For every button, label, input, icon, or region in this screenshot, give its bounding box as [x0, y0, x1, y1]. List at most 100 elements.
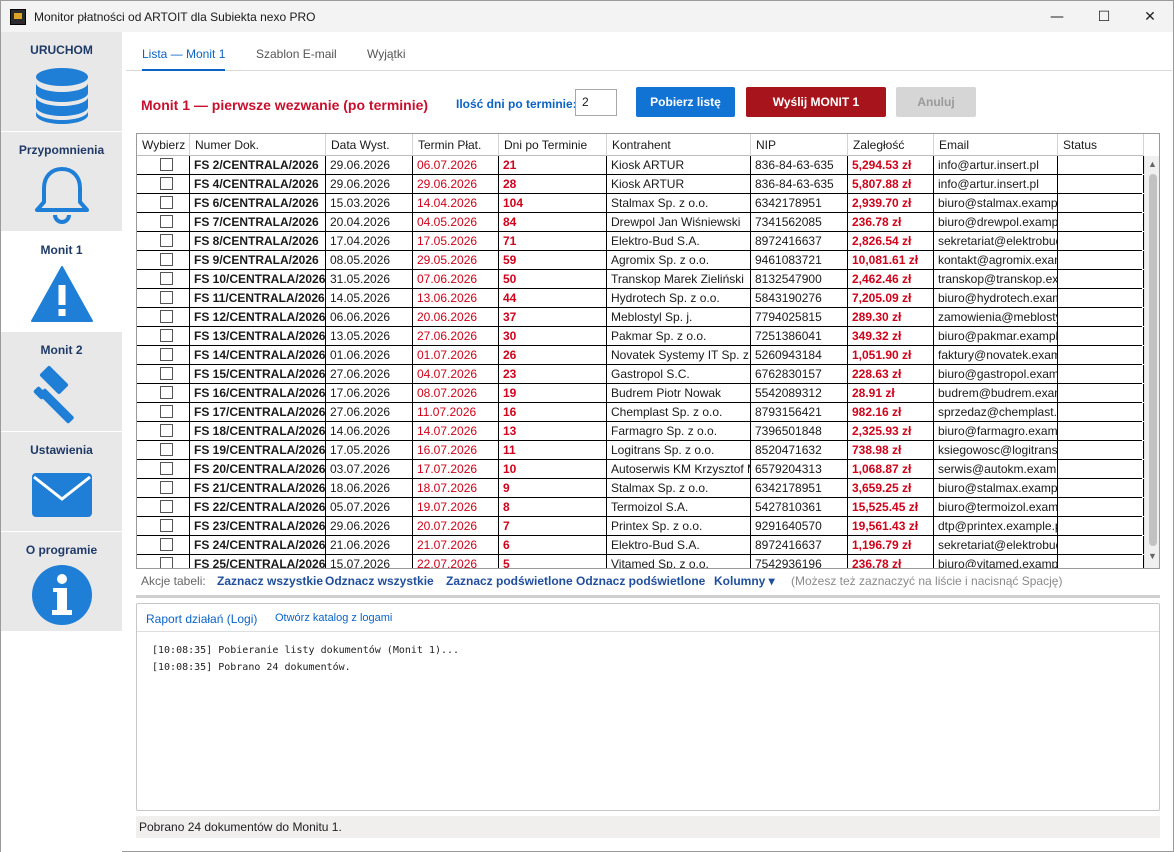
table-row[interactable]: FS 17/CENTRALA/2026 27.06.2026 11.07.2026 1…	[137, 403, 1144, 422]
table-header: Wybierz Numer Dok. Data Wyst. Termin Płat. D…	[137, 134, 1144, 156]
table-row[interactable]: FS 9/CENTRALA/2026 08.05.2026 29.05.2026 59…	[137, 251, 1144, 270]
days-overdue-cell: 21	[499, 156, 607, 174]
table-row[interactable]: FS 16/CENTRALA/2026 17.06.2026 08.07.2026 1…	[137, 384, 1144, 403]
row-checkbox[interactable]	[160, 443, 173, 456]
minimize-button[interactable]: —	[1034, 1, 1080, 32]
table-row[interactable]: FS 2/CENTRALA/2026 29.06.2026 06.07.2026 21…	[137, 156, 1144, 175]
columns-dropdown[interactable]: Kolumny ▾	[714, 574, 775, 588]
email-cell: biuro@vitamed.example.pl	[934, 555, 1058, 568]
nip-cell: 9461083721	[751, 251, 848, 269]
email-cell: biuro@gastropol.example.pl	[934, 365, 1058, 383]
tab-logs-report[interactable]: Raport działań (Logi)	[146, 612, 257, 626]
sidebar-item-monit-1[interactable]: Monit 1	[1, 232, 122, 332]
table-row[interactable]: FS 22/CENTRALA/2026 05.07.2026 19.07.2026 8…	[137, 498, 1144, 517]
column-header[interactable]: Status	[1058, 134, 1144, 156]
row-checkbox[interactable]	[160, 177, 173, 190]
row-checkbox[interactable]	[160, 158, 173, 171]
row-checkbox[interactable]	[160, 291, 173, 304]
issue-date-cell: 13.05.2026	[326, 327, 413, 345]
table-row[interactable]: FS 7/CENTRALA/2026 20.04.2026 04.05.2026 84…	[137, 213, 1144, 232]
open-logs-folder-link[interactable]: Otwórz katalog z logami	[275, 612, 392, 624]
issue-date-cell: 27.06.2026	[326, 365, 413, 383]
row-checkbox[interactable]	[160, 234, 173, 247]
table-row[interactable]: FS 25/CENTRALA/2026 15.07.2026 22.07.2026 5…	[137, 555, 1144, 568]
table-row[interactable]: FS 11/CENTRALA/2026 14.05.2026 13.06.2026 4…	[137, 289, 1144, 308]
amount-due-cell: 2,939.70 zł	[848, 194, 934, 212]
sidebar-item-o-programie[interactable]: O programie	[1, 532, 122, 632]
log-output: [10:08:35] Pobieranie listy dokumentów (…	[152, 642, 459, 676]
sidebar-item-przypomnienia[interactable]: Przypomnienia	[1, 132, 122, 232]
row-checkbox[interactable]	[160, 538, 173, 551]
column-header[interactable]: Kontrahent	[607, 134, 751, 156]
sidebar-empty-area	[1, 632, 122, 852]
row-checkbox[interactable]	[160, 557, 173, 568]
table-row[interactable]: FS 10/CENTRALA/2026 31.05.2026 07.06.2026 5…	[137, 270, 1144, 289]
column-header[interactable]: Termin Płat.	[413, 134, 499, 156]
select-cell	[137, 479, 190, 497]
table-row[interactable]: FS 6/CENTRALA/2026 15.03.2026 14.04.2026 10…	[137, 194, 1144, 213]
issue-date-cell: 31.05.2026	[326, 270, 413, 288]
fetch-list-button[interactable]: Pobierz listę	[636, 87, 735, 117]
deselect-all-link[interactable]: Odznacz wszystkie	[325, 574, 434, 588]
row-checkbox[interactable]	[160, 500, 173, 513]
nip-cell: 5843190276	[751, 289, 848, 307]
table-row[interactable]: FS 24/CENTRALA/2026 21.06.2026 21.07.2026 6…	[137, 536, 1144, 555]
table-row[interactable]: FS 13/CENTRALA/2026 13.05.2026 27.06.2026 3…	[137, 327, 1144, 346]
row-checkbox[interactable]	[160, 462, 173, 475]
tab-szablon-email[interactable]: Szablon E-mail	[256, 47, 337, 71]
contractor-cell: Printex Sp. z o.o.	[607, 517, 751, 535]
tab-lista-monit-1[interactable]: Lista — Monit 1	[142, 47, 226, 71]
select-all-link[interactable]: Zaznacz wszystkie	[217, 574, 323, 588]
row-checkbox[interactable]	[160, 215, 173, 228]
row-checkbox[interactable]	[160, 253, 173, 266]
table-row[interactable]: FS 15/CENTRALA/2026 27.06.2026 04.07.2026 2…	[137, 365, 1144, 384]
days-after-due-input[interactable]: 2	[575, 89, 617, 116]
column-header[interactable]: Wybierz	[137, 134, 190, 156]
row-checkbox[interactable]	[160, 272, 173, 285]
cancel-button[interactable]: Anuluj	[896, 87, 976, 117]
table-row[interactable]: FS 12/CENTRALA/2026 06.06.2026 20.06.2026 3…	[137, 308, 1144, 327]
table-row[interactable]: FS 21/CENTRALA/2026 18.06.2026 18.07.2026 9…	[137, 479, 1144, 498]
issue-date-cell: 18.06.2026	[326, 479, 413, 497]
table-row[interactable]: FS 19/CENTRALA/2026 17.05.2026 16.07.2026 1…	[137, 441, 1144, 460]
column-header[interactable]: Numer Dok.	[190, 134, 326, 156]
splitter[interactable]	[136, 595, 1160, 598]
row-checkbox[interactable]	[160, 386, 173, 399]
amount-due-cell: 738.98 zł	[848, 441, 934, 459]
bell-icon	[34, 167, 89, 224]
sidebar-item-ustawienia[interactable]: Ustawienia	[1, 432, 122, 532]
deselect-highlighted-link[interactable]: Odznacz podświetlone	[576, 574, 705, 588]
tab-wyjatki[interactable]: Wyjątki	[367, 47, 406, 71]
column-header[interactable]: Email	[934, 134, 1058, 156]
vertical-scrollbar[interactable]: ▲ ▼	[1144, 156, 1159, 568]
select-cell	[137, 213, 190, 231]
sidebar-item-uruchom[interactable]: URUCHOM	[1, 32, 122, 132]
select-highlighted-link[interactable]: Zaznacz podświetlone	[446, 574, 573, 588]
table-row[interactable]: FS 18/CENTRALA/2026 14.06.2026 14.07.2026 1…	[137, 422, 1144, 441]
row-checkbox[interactable]	[160, 329, 173, 342]
table-row[interactable]: FS 23/CENTRALA/2026 29.06.2026 20.07.2026 7…	[137, 517, 1144, 536]
send-monit-button[interactable]: Wyślij MONIT 1	[746, 87, 886, 117]
table-row[interactable]: FS 4/CENTRALA/2026 29.06.2026 29.06.2026 28…	[137, 175, 1144, 194]
scroll-down-icon[interactable]: ▼	[1148, 551, 1157, 561]
maximize-button[interactable]: ☐	[1081, 1, 1127, 32]
column-header[interactable]: Zaległość	[848, 134, 934, 156]
table-row[interactable]: FS 14/CENTRALA/2026 01.06.2026 01.07.2026 2…	[137, 346, 1144, 365]
column-header[interactable]: Dni po Terminie	[499, 134, 607, 156]
table-row[interactable]: FS 8/CENTRALA/2026 17.04.2026 17.05.2026 71…	[137, 232, 1144, 251]
row-checkbox[interactable]	[160, 196, 173, 209]
row-checkbox[interactable]	[160, 405, 173, 418]
column-header[interactable]: NIP	[751, 134, 848, 156]
row-checkbox[interactable]	[160, 348, 173, 361]
column-header[interactable]: Data Wyst.	[326, 134, 413, 156]
scroll-thumb[interactable]	[1149, 174, 1157, 546]
row-checkbox[interactable]	[160, 310, 173, 323]
table-row[interactable]: FS 20/CENTRALA/2026 03.07.2026 17.07.2026 1…	[137, 460, 1144, 479]
row-checkbox[interactable]	[160, 519, 173, 532]
row-checkbox[interactable]	[160, 424, 173, 437]
row-checkbox[interactable]	[160, 367, 173, 380]
sidebar-item-monit-2[interactable]: Monit 2	[1, 332, 122, 432]
scroll-up-icon[interactable]: ▲	[1148, 159, 1157, 169]
row-checkbox[interactable]	[160, 481, 173, 494]
close-button[interactable]: ✕	[1127, 1, 1173, 32]
